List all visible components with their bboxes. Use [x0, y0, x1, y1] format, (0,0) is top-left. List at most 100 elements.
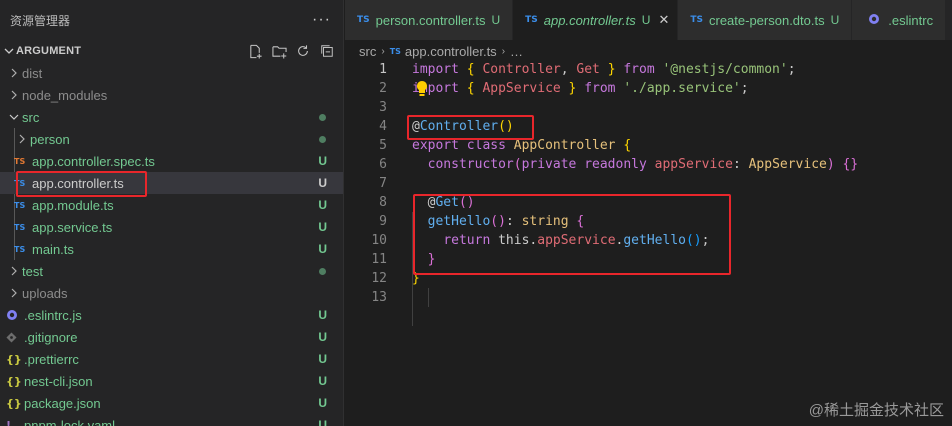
tab-label: .eslintrc [888, 12, 934, 28]
tree-item-app-controller-spec[interactable]: TS app.controller.spec.ts U [0, 150, 343, 172]
tree-item-uploads[interactable]: uploads [0, 282, 343, 304]
line-number: 8 [379, 195, 387, 210]
untracked-badge: U [318, 308, 327, 322]
tab-label: person.controller.ts [375, 12, 486, 28]
untracked-badge: U [318, 396, 327, 410]
modified-dot [319, 113, 326, 121]
tree-item-app-module[interactable]: TS app.module.ts U [0, 194, 343, 216]
tree-item-gitignore[interactable]: .gitignore U [0, 326, 343, 348]
chevron-right-icon [6, 68, 22, 78]
tree-item-label: uploads [22, 285, 68, 301]
chevron-down-icon [2, 46, 16, 56]
tree-item-test[interactable]: test [0, 260, 343, 282]
tree-item-label: main.ts [32, 241, 74, 257]
tree-item-eslintrc[interactable]: .eslintrc.js U [0, 304, 343, 326]
tree-item-package-json[interactable]: {} package.json U [0, 392, 343, 414]
breadcrumb-folder[interactable]: src [359, 44, 376, 59]
line-number: 7 [379, 176, 387, 191]
workspace-section-header[interactable]: ARGUMENT [0, 40, 343, 62]
line-number: 4 [379, 119, 387, 134]
untracked-badge: U [318, 220, 327, 234]
line-number: 9 [379, 214, 387, 229]
untracked-badge: U [318, 176, 327, 190]
line-number: 11 [371, 252, 387, 267]
untracked-badge: U [318, 352, 327, 366]
line-number: 1 [379, 62, 387, 77]
file-tree: dist node_modules src person TS app.cont… [0, 62, 343, 426]
code-line: 1 import { Controller, Get } from '@nest… [345, 60, 952, 79]
tab-eslintrc[interactable]: .eslintrc [852, 0, 947, 40]
tree-item-src[interactable]: src [0, 106, 343, 128]
chevron-down-icon [6, 113, 22, 121]
code-editor[interactable]: 1 import { Controller, Get } from '@nest… [345, 60, 952, 326]
explorer-header: 资源管理器 ··· [0, 0, 343, 40]
chevron-right-icon: › [381, 45, 385, 57]
src-children: person TS app.controller.spec.ts U TS ap… [0, 128, 343, 260]
code-line: 3 [345, 98, 952, 117]
tree-item-dist[interactable]: dist [0, 62, 343, 84]
yaml-file-icon: ! [6, 418, 12, 426]
json-braces-icon: {} [6, 374, 22, 388]
chevron-right-icon [6, 90, 22, 100]
close-icon[interactable]: ✕ [658, 12, 669, 28]
line-number: 5 [379, 138, 387, 153]
lightbulb-icon[interactable] [415, 80, 429, 98]
code-line: 13 [345, 288, 952, 307]
tree-item-app-service[interactable]: TS app.service.ts U [0, 216, 343, 238]
code-line: 9 getHello(): string { [345, 212, 952, 231]
line-number: 12 [371, 271, 387, 286]
untracked-badge: U [318, 418, 327, 426]
tab-label: create-person.dto.ts [708, 12, 825, 28]
untracked-badge: U [491, 13, 501, 27]
more-actions-icon[interactable]: ··· [312, 11, 331, 29]
untracked-badge: U [318, 374, 327, 388]
json-braces-icon: {} [6, 396, 22, 410]
tab-create-person-dto[interactable]: TS create-person.dto.ts U [678, 0, 853, 40]
untracked-badge: U [318, 198, 327, 212]
code-line: 6 constructor(private readonly appServic… [345, 155, 952, 174]
eslint-icon [868, 13, 882, 27]
new-folder-icon[interactable] [271, 43, 287, 59]
tree-item-nest-cli[interactable]: {} nest-cli.json U [0, 370, 343, 392]
breadcrumb-file[interactable]: app.controller.ts [405, 44, 497, 59]
tree-item-label: .eslintrc.js [24, 307, 82, 323]
chevron-right-icon [6, 266, 22, 276]
tree-item-label: .gitignore [24, 329, 78, 345]
tree-item-node-modules[interactable]: node_modules [0, 84, 343, 106]
tree-item-app-controller[interactable]: TS app.controller.ts U [0, 172, 343, 194]
tree-item-main[interactable]: TS main.ts U [0, 238, 343, 260]
untracked-badge: U [318, 330, 327, 344]
tree-item-label: package.json [24, 395, 101, 411]
tree-item-label: nest-cli.json [24, 373, 93, 389]
untracked-badge: U [318, 242, 327, 256]
typescript-file-icon: TS [357, 15, 370, 25]
new-file-icon[interactable] [247, 43, 263, 59]
tab-app-controller[interactable]: TS app.controller.ts U ✕ [513, 0, 679, 40]
tree-item-label: src [22, 109, 40, 125]
line-number: 13 [371, 290, 387, 305]
tree-item-label: pnpm-lock.yaml [24, 417, 116, 426]
tree-item-label: app.module.ts [32, 197, 114, 213]
tab-person-controller[interactable]: TS person.controller.ts U [345, 0, 514, 40]
typescript-file-icon: TS [14, 178, 26, 188]
chevron-right-icon [14, 134, 30, 144]
code-line: 5 export class AppController { [345, 136, 952, 155]
tab-bar: TS person.controller.ts U TS app.control… [345, 0, 952, 40]
tree-item-person[interactable]: person [0, 128, 343, 150]
code-line: 11 } [345, 250, 952, 269]
untracked-badge: U [830, 13, 840, 27]
typescript-file-icon: TS [14, 244, 26, 254]
untracked-badge: U [318, 154, 327, 168]
tree-item-label: app.controller.spec.ts [32, 153, 155, 169]
tree-item-prettierrc[interactable]: {} .prettierrc U [0, 348, 343, 370]
breadcrumb-symbol[interactable]: … [510, 44, 523, 59]
line-number: 6 [379, 157, 387, 172]
explorer-title: 资源管理器 [10, 13, 71, 28]
collapse-all-icon[interactable] [319, 43, 335, 59]
code-line: 8 @Get() [345, 193, 952, 212]
refresh-icon[interactable] [295, 43, 311, 59]
git-icon [6, 331, 24, 343]
tree-item-pnpm-lock[interactable]: ! pnpm-lock.yaml U [0, 414, 343, 426]
modified-dot [319, 267, 326, 275]
line-number: 2 [379, 81, 387, 96]
